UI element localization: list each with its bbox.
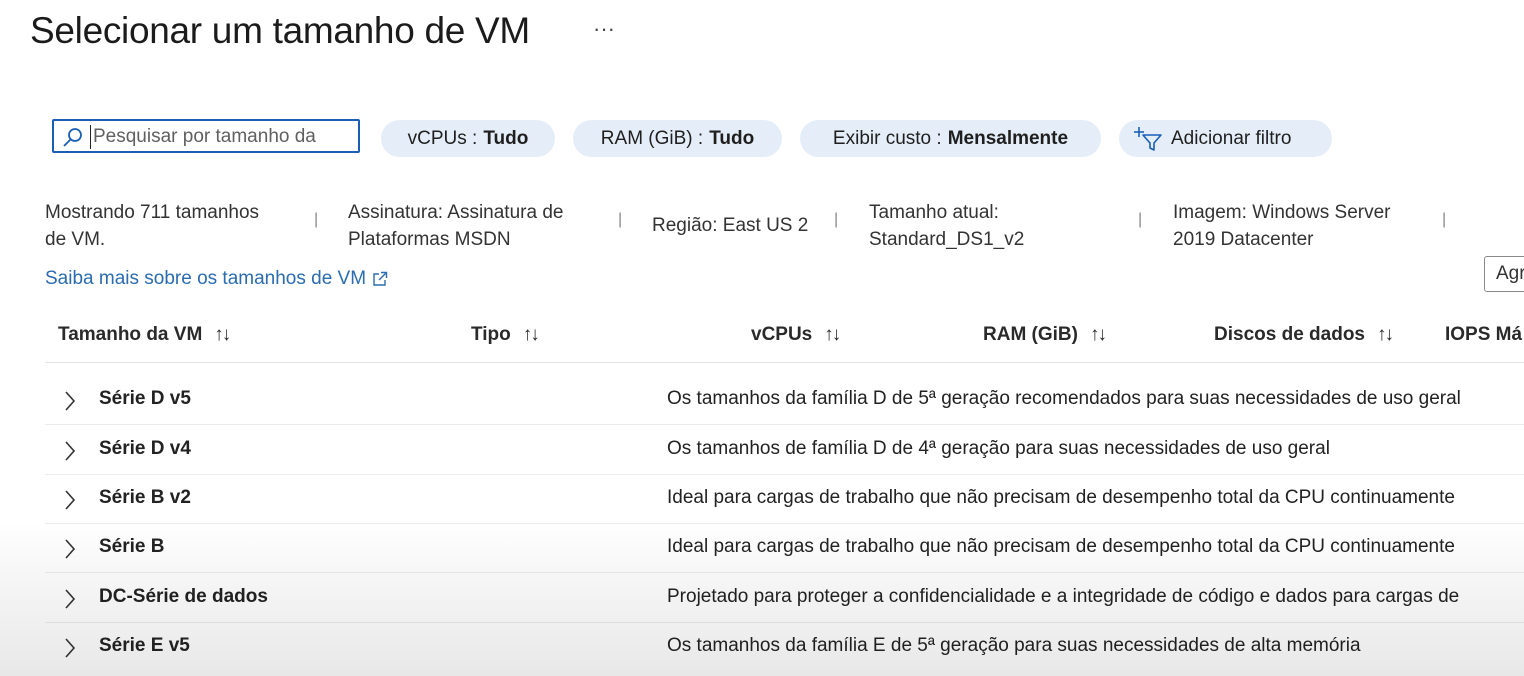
- column-label: Discos de dados: [1214, 324, 1365, 345]
- vm-count-info: Mostrando 711 tamanhos de VM.: [45, 199, 259, 253]
- column-header-type[interactable]: Tipo ↑↓: [471, 324, 540, 346]
- column-label: IOPS Má: [1445, 324, 1523, 345]
- chevron-right-icon[interactable]: [63, 390, 77, 412]
- region-info: Região: East US 2: [652, 215, 809, 236]
- image-info: Imagem: Windows Server 2019 Datacenter: [1173, 199, 1391, 253]
- add-filter-icon: [1134, 126, 1162, 151]
- header-divider: [45, 362, 1524, 363]
- learn-more-label: Saiba mais sobre os tamanhos de VM: [45, 268, 367, 289]
- row-divider: [45, 572, 1524, 573]
- info-separator: |: [314, 211, 319, 228]
- ram-filter-label: RAM (GiB) :: [600, 127, 704, 149]
- series-description: Os tamanhos de família D de 4ª geração p…: [667, 438, 1330, 459]
- series-description: Projetado para proteger a confidencialid…: [667, 586, 1460, 607]
- current-size-info: Tamanho atual: Standard_DS1_v2: [869, 199, 1024, 253]
- column-header-max-iops[interactable]: IOPS Má: [1445, 324, 1522, 346]
- cost-filter-value: Mensalmente: [947, 127, 1069, 149]
- search-box[interactable]: [52, 119, 360, 153]
- current-size-line-1: Tamanho atual:: [869, 202, 999, 223]
- series-description: Os tamanhos da família E de 5ª geração p…: [667, 635, 1361, 656]
- chevron-right-icon[interactable]: [63, 538, 77, 560]
- search-input[interactable]: [90, 125, 355, 149]
- table-row[interactable]: DC-Série de dados Projetado para protege…: [45, 574, 1524, 623]
- external-link-icon: [373, 271, 388, 286]
- vcpus-filter-pill[interactable]: vCPUs : Tudo: [381, 120, 555, 157]
- info-separator: |: [618, 211, 623, 228]
- chevron-right-icon[interactable]: [63, 489, 77, 511]
- ram-filter-pill[interactable]: RAM (GiB) : Tudo: [573, 120, 782, 157]
- series-description: Ideal para cargas de trabalho que não pr…: [667, 536, 1455, 557]
- series-name: DC-Série de dados: [99, 586, 268, 607]
- vm-count-line-2: de VM.: [45, 229, 106, 250]
- info-separator: |: [1138, 211, 1143, 228]
- sort-icon[interactable]: ↑↓: [214, 324, 231, 346]
- chevron-right-icon[interactable]: [63, 440, 77, 462]
- vcpus-filter-value: Tudo: [483, 127, 529, 149]
- column-label: Tipo: [471, 324, 511, 345]
- table-row[interactable]: Série D v5 Os tamanhos da família D de 5…: [45, 376, 1524, 425]
- column-label: RAM (GiB): [983, 324, 1078, 345]
- chevron-right-icon[interactable]: [63, 637, 77, 659]
- info-separator: |: [834, 211, 839, 228]
- add-filter-button[interactable]: Adicionar filtro: [1119, 120, 1332, 157]
- series-name: Série D v5: [99, 388, 191, 409]
- subscription-info: Assinatura: Assinatura de Plataformas MS…: [348, 199, 563, 253]
- vm-count-line-1: Mostrando 711 tamanhos: [45, 202, 260, 223]
- column-label: vCPUs: [751, 324, 813, 345]
- table-row[interactable]: Série B v2 Ideal para cargas de trabalho…: [45, 475, 1524, 524]
- series-description: Ideal para cargas de trabalho que não pr…: [667, 487, 1455, 508]
- ram-filter-value: Tudo: [709, 127, 755, 149]
- info-separator: |: [1442, 211, 1447, 228]
- learn-more-link[interactable]: Saiba mais sobre os tamanhos de VM: [45, 268, 388, 290]
- table-row[interactable]: Série D v4 Os tamanhos de família D de 4…: [45, 426, 1524, 475]
- image-line-2: 2019 Datacenter: [1173, 229, 1314, 250]
- add-filter-label: Adicionar filtro: [1171, 127, 1292, 149]
- vcpus-filter-label: vCPUs :: [407, 127, 478, 149]
- column-label: Tamanho da VM: [58, 324, 203, 345]
- series-name: Série D v4: [99, 438, 191, 459]
- series-description: Os tamanhos da família D de 5ª geração r…: [667, 388, 1461, 409]
- subscription-line-2: Plataformas MSDN: [348, 229, 511, 250]
- image-line-1: Imagem: Windows Server: [1173, 202, 1391, 223]
- cost-filter-label: Exibir custo :: [832, 127, 942, 149]
- sort-icon[interactable]: ↑↓: [1377, 324, 1394, 346]
- subscription-line-1: Assinatura: Assinatura de: [348, 202, 564, 223]
- column-header-ram[interactable]: RAM (GiB) ↑↓: [983, 324, 1107, 346]
- column-header-vm-size[interactable]: Tamanho da VM ↑↓: [58, 324, 231, 346]
- series-name: Série E v5: [99, 635, 190, 656]
- sort-icon[interactable]: ↑↓: [523, 324, 540, 346]
- chevron-right-icon[interactable]: [63, 588, 77, 610]
- row-divider: [45, 424, 1524, 425]
- sort-icon[interactable]: ↑↓: [1090, 324, 1107, 346]
- table-row[interactable]: Série B Ideal para cargas de trabalho qu…: [45, 524, 1524, 573]
- more-options-button[interactable]: ···: [593, 16, 615, 42]
- current-size-line-2: Standard_DS1_v2: [869, 229, 1025, 250]
- column-header-data-disks[interactable]: Discos de dados ↑↓: [1214, 324, 1394, 346]
- table-row[interactable]: Série E v5 Os tamanhos da família E de 5…: [45, 623, 1524, 672]
- cost-filter-pill[interactable]: Exibir custo : Mensalmente: [800, 120, 1101, 157]
- series-name: Série B: [99, 536, 165, 557]
- search-icon: [63, 128, 82, 147]
- page-title: Selecionar um tamanho de VM: [30, 10, 530, 51]
- sort-icon[interactable]: ↑↓: [824, 324, 841, 346]
- column-header-vcpus[interactable]: vCPUs ↑↓: [751, 324, 841, 346]
- group-by-button[interactable]: Agr: [1484, 256, 1524, 292]
- series-name: Série B v2: [99, 487, 191, 508]
